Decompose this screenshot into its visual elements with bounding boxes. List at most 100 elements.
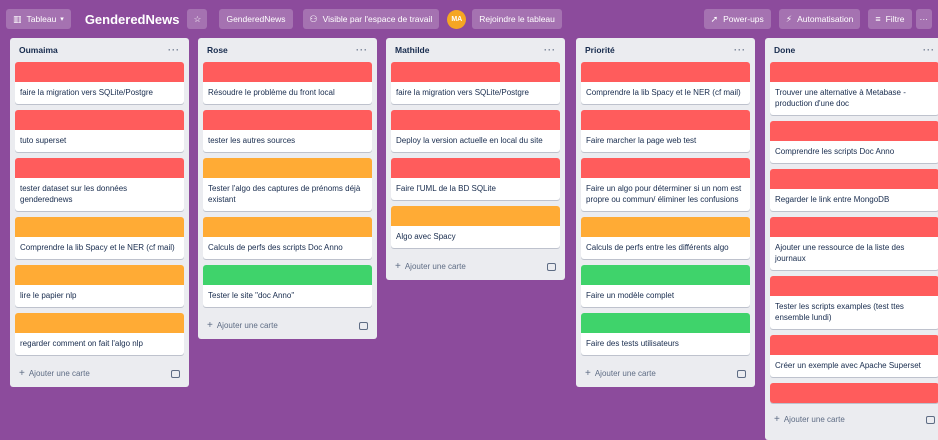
view-switcher-button[interactable]: ▥ Tableau ▾ xyxy=(6,9,71,29)
card[interactable]: faire la migration vers SQLite/Postgre xyxy=(391,62,560,104)
add-card-button[interactable]: + Ajouter une carte xyxy=(19,368,90,379)
star-button[interactable]: ☆ xyxy=(187,9,208,29)
add-card-button[interactable]: + Ajouter une carte xyxy=(207,320,278,331)
card[interactable]: Comprendre la lib Spacy et le NER (cf ma… xyxy=(581,62,750,104)
card-title: Créer un exemple avec Apache Superset xyxy=(775,361,921,370)
card-label xyxy=(203,158,372,178)
board-title[interactable]: GenderedNews xyxy=(77,12,188,27)
visibility-button[interactable]: ⚇ Visible par l'espace de travail xyxy=(302,9,440,29)
add-card-row: + Ajouter une carte xyxy=(391,254,560,280)
card-title: Calculs de perfs entre les différents al… xyxy=(586,243,729,252)
card[interactable]: lire le papier nlp xyxy=(15,265,184,307)
list-header[interactable]: Mathilde ··· xyxy=(391,38,560,62)
list-menu-icon[interactable]: ··· xyxy=(544,45,556,55)
card-template-icon[interactable] xyxy=(926,415,935,424)
list-header[interactable]: Done ··· xyxy=(770,38,938,62)
workspace-label: GenderedNews xyxy=(226,14,286,24)
board-icon: ▥ xyxy=(13,13,22,24)
list-title[interactable]: Priorité xyxy=(585,45,615,55)
card[interactable]: Algo avec Spacy xyxy=(391,206,560,248)
add-card-label: Ajouter une carte xyxy=(216,321,278,330)
card[interactable]: Comprendre la lib Spacy et le NER (cf ma… xyxy=(15,217,184,259)
list-menu-icon[interactable]: ··· xyxy=(168,45,180,55)
add-card-label: Ajouter une carte xyxy=(783,415,845,424)
list-menu-icon[interactable]: ··· xyxy=(356,45,368,55)
card-title: Faire des tests utilisateurs xyxy=(586,339,679,348)
filter-button[interactable]: ≡ Filtre xyxy=(868,9,912,29)
join-board-label: Rejoindre le tableau xyxy=(479,14,555,24)
card-title: Tester le site "doc Anno" xyxy=(208,291,295,300)
card-title: Trouver une alternative à Metabase - pro… xyxy=(775,88,906,108)
filter-label: Filtre xyxy=(885,14,905,24)
add-card-button[interactable]: + Ajouter une carte xyxy=(774,414,845,425)
more-icon: ··· xyxy=(919,14,929,24)
card[interactable]: Trouver une alternative à Metabase - pro… xyxy=(770,62,938,115)
card[interactable]: Faire marcher la page web test xyxy=(581,110,750,152)
card[interactable]: Résoudre le problème du front local xyxy=(203,62,372,104)
card[interactable]: regarder comment on fait l'algo nlp xyxy=(15,313,184,355)
add-card-button[interactable]: + Ajouter une carte xyxy=(395,261,466,272)
star-icon: ☆ xyxy=(193,13,202,24)
card-label xyxy=(15,62,184,82)
card[interactable]: Ajouter une ressource de la liste des jo… xyxy=(770,217,938,270)
card-title: Comprendre la lib Spacy et le NER (cf ma… xyxy=(20,243,175,252)
card-title: tester dataset sur les données genderedn… xyxy=(20,184,128,204)
card-title: Tester les scripts examples (test ttes e… xyxy=(775,302,904,322)
card[interactable] xyxy=(770,383,938,403)
card[interactable]: Faire un algo pour déterminer si un nom … xyxy=(581,158,750,211)
avatar[interactable]: MA xyxy=(447,9,467,29)
card[interactable]: Regarder le link entre MongoDB xyxy=(770,169,938,211)
list-header[interactable]: Oumaima ··· xyxy=(15,38,184,62)
card-template-icon[interactable] xyxy=(547,262,556,271)
list-cards-scroll[interactable]: Trouver une alternative à Metabase - pro… xyxy=(770,62,938,407)
card[interactable]: Calculs de perfs des scripts Doc Anno xyxy=(203,217,372,259)
powerups-button[interactable]: ➚ Power-ups xyxy=(703,9,771,29)
plus-icon: + xyxy=(585,368,591,379)
card[interactable]: tuto superset xyxy=(15,110,184,152)
list-header[interactable]: Rose ··· xyxy=(203,38,372,62)
card-label xyxy=(770,335,938,355)
card-title: Faire un algo pour déterminer si un nom … xyxy=(586,184,742,204)
card[interactable]: Tester l'algo des captures de prénoms dé… xyxy=(203,158,372,211)
card[interactable]: Deploy la version actuelle en local du s… xyxy=(391,110,560,152)
card-label xyxy=(203,217,372,237)
more-menu-button[interactable]: ··· xyxy=(915,9,932,29)
card[interactable]: Tester les scripts examples (test ttes e… xyxy=(770,276,938,329)
card-template-icon[interactable] xyxy=(359,321,368,330)
card[interactable]: tester dataset sur les données genderedn… xyxy=(15,158,184,211)
list-title[interactable]: Done xyxy=(774,45,795,55)
automation-button[interactable]: ⚡ Automatisation xyxy=(778,9,861,29)
card[interactable]: Comprendre les scripts Doc Anno xyxy=(770,121,938,163)
list-menu-icon[interactable]: ··· xyxy=(923,45,935,55)
workspace-button[interactable]: GenderedNews xyxy=(219,9,293,29)
card[interactable]: Tester le site "doc Anno" xyxy=(203,265,372,307)
card-label xyxy=(391,62,560,82)
card-title: Calculs de perfs des scripts Doc Anno xyxy=(208,243,343,252)
card-title: tester les autres sources xyxy=(208,136,296,145)
card-label xyxy=(770,121,938,141)
card-title: Ajouter une ressource de la liste des jo… xyxy=(775,243,905,263)
list-oumaima: Oumaima ··· faire la migration vers SQLi… xyxy=(10,38,189,387)
card-label xyxy=(770,383,938,403)
card-label xyxy=(391,206,560,226)
add-card-button[interactable]: + Ajouter une carte xyxy=(585,368,656,379)
list-header[interactable]: Priorité ··· xyxy=(581,38,750,62)
card-label xyxy=(770,62,938,82)
list-title[interactable]: Rose xyxy=(207,45,228,55)
card[interactable]: Calculs de perfs entre les différents al… xyxy=(581,217,750,259)
list-menu-icon[interactable]: ··· xyxy=(734,45,746,55)
card[interactable]: Faire un modèle complet xyxy=(581,265,750,307)
card[interactable]: Créer un exemple avec Apache Superset xyxy=(770,335,938,377)
card[interactable]: Faire des tests utilisateurs xyxy=(581,313,750,355)
card-template-icon[interactable] xyxy=(737,369,746,378)
card-template-icon[interactable] xyxy=(171,369,180,378)
list-title[interactable]: Oumaima xyxy=(19,45,58,55)
join-board-button[interactable]: Rejoindre le tableau xyxy=(472,9,562,29)
card[interactable]: Faire l'UML de la BD SQLite xyxy=(391,158,560,200)
add-card-row: + Ajouter une carte xyxy=(203,313,372,339)
list-title[interactable]: Mathilde xyxy=(395,45,429,55)
card-title: Algo avec Spacy xyxy=(396,232,456,241)
card[interactable]: tester les autres sources xyxy=(203,110,372,152)
card[interactable]: faire la migration vers SQLite/Postgre xyxy=(15,62,184,104)
lightning-icon: ⚡ xyxy=(785,13,793,24)
